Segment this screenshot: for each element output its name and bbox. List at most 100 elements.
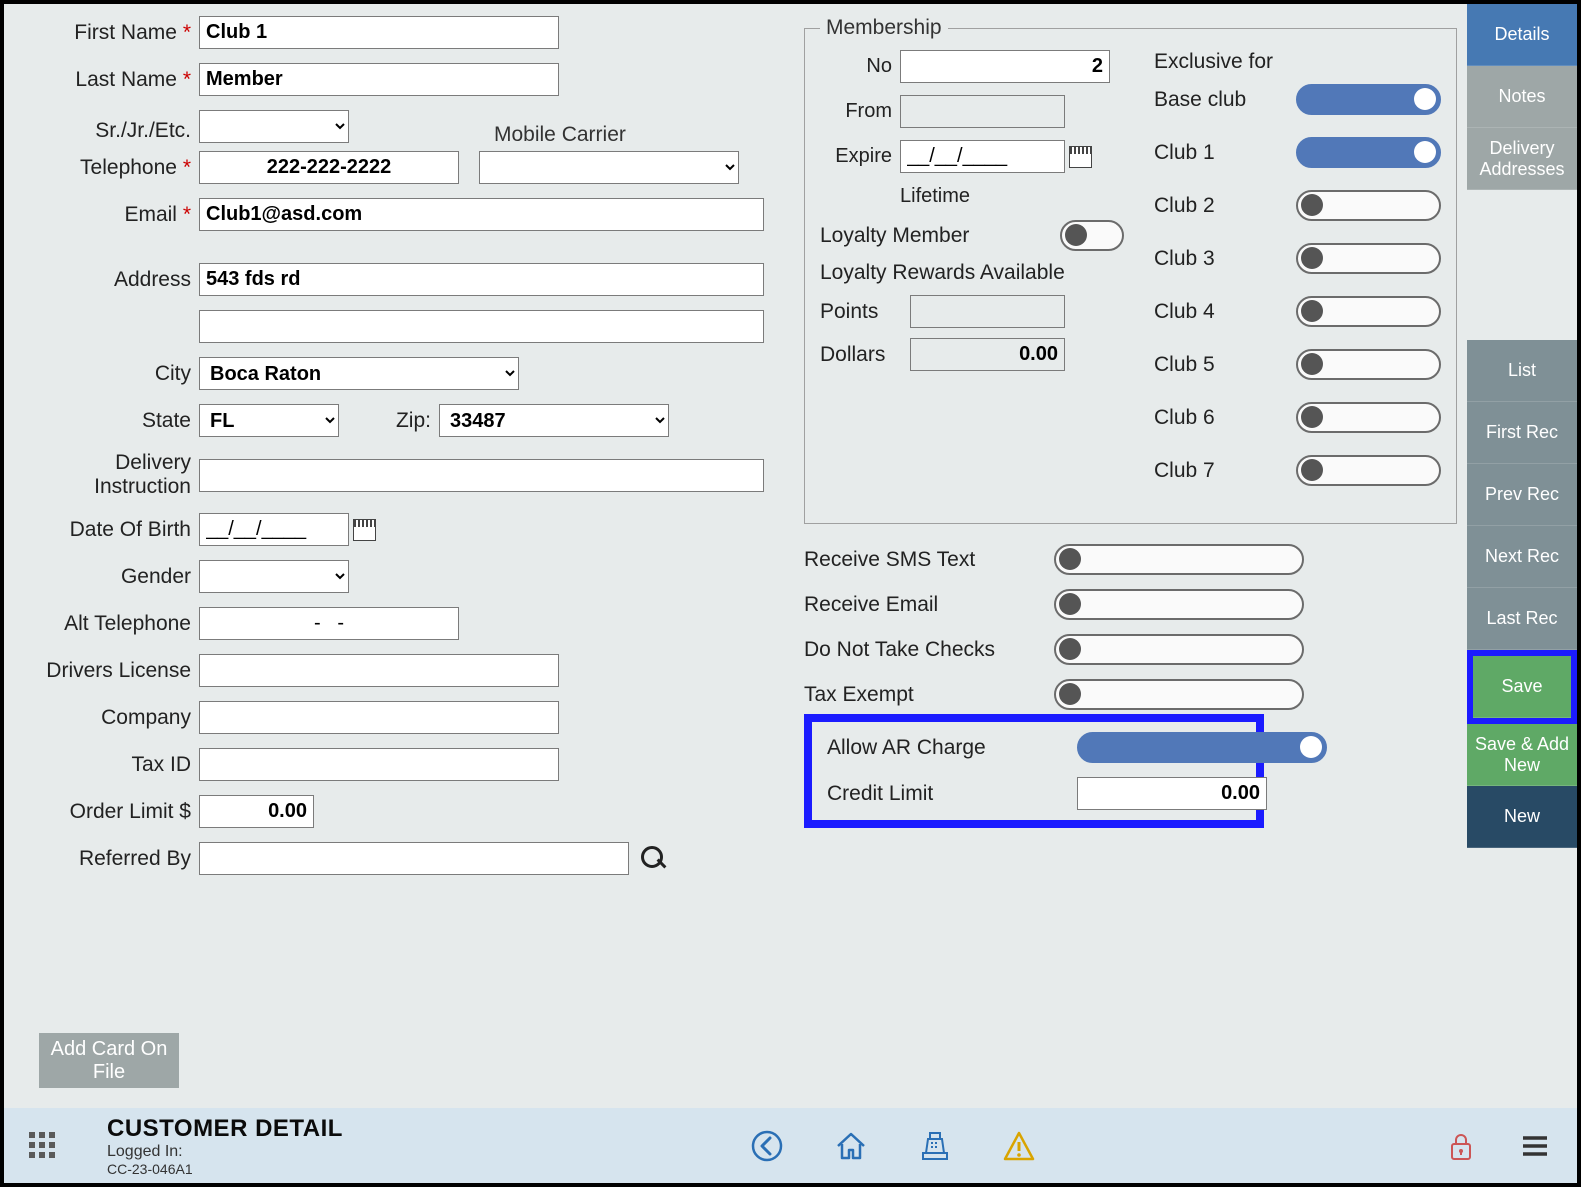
gender-label: Gender — [14, 565, 199, 589]
prev-rec-button[interactable]: Prev Rec — [1467, 464, 1577, 526]
loyalty-rewards-label: Loyalty Rewards Available — [820, 261, 1124, 285]
mobile-carrier-select[interactable] — [479, 151, 739, 184]
gender-select[interactable] — [199, 560, 349, 593]
last-name-input[interactable] — [199, 63, 559, 96]
save-button[interactable]: Save — [1473, 656, 1571, 718]
apps-grid-icon[interactable] — [29, 1132, 57, 1160]
allow-ar-toggle[interactable] — [1077, 732, 1327, 763]
tax-exempt-toggle[interactable] — [1054, 679, 1304, 710]
list-button[interactable]: List — [1467, 340, 1577, 402]
ar-highlight-box: Allow AR Charge Credit Limit — [804, 714, 1264, 828]
club-label-1: Club 1 — [1154, 141, 1296, 165]
club-label-5: Club 5 — [1154, 353, 1296, 377]
address-label: Address — [14, 268, 199, 292]
email-input[interactable] — [199, 198, 764, 231]
back-icon[interactable] — [750, 1129, 784, 1163]
state-select[interactable]: FL — [199, 404, 339, 437]
tab-details[interactable]: Details — [1467, 4, 1577, 66]
city-label: City — [14, 362, 199, 386]
club-toggle-4[interactable] — [1296, 296, 1442, 327]
delivery-instruction-input[interactable] — [199, 459, 764, 492]
club-label-7: Club 7 — [1154, 459, 1296, 483]
mobile-carrier-label: Mobile Carrier — [494, 123, 774, 147]
alt-tel-label: Alt Telephone — [14, 612, 199, 636]
credit-limit-label: Credit Limit — [827, 782, 1077, 806]
membership-no-label: No — [820, 55, 900, 78]
home-icon[interactable] — [834, 1129, 868, 1163]
club-toggle-3[interactable] — [1296, 243, 1442, 274]
loyalty-member-label: Loyalty Member — [820, 224, 1050, 248]
station-id: CC-23-046A1 — [107, 1161, 343, 1177]
search-icon[interactable] — [641, 846, 667, 872]
allow-ar-label: Allow AR Charge — [827, 736, 1077, 760]
receive-email-label: Receive Email — [804, 593, 1054, 617]
club-label-6: Club 6 — [1154, 406, 1296, 430]
address1-input[interactable] — [199, 263, 764, 296]
zip-label: Zip: — [339, 409, 439, 433]
club-toggle-1[interactable] — [1296, 137, 1442, 168]
membership-group: Membership No From Expire — [804, 16, 1457, 524]
club-label-4: Club 4 — [1154, 300, 1296, 324]
save-add-new-button[interactable]: Save & Add New — [1467, 724, 1577, 786]
suffix-select[interactable] — [199, 110, 349, 143]
address2-input[interactable] — [199, 310, 764, 343]
telephone-input[interactable] — [199, 151, 459, 184]
club-toggle-0[interactable] — [1296, 84, 1442, 115]
orderlimit-label: Order Limit $ — [14, 800, 199, 824]
points-label: Points — [820, 300, 900, 324]
drivers-input[interactable] — [199, 654, 559, 687]
last-rec-button[interactable]: Last Rec — [1467, 588, 1577, 650]
calendar-icon[interactable] — [353, 519, 376, 541]
logged-in-label: Logged In: — [107, 1143, 343, 1161]
receive-email-toggle[interactable] — [1054, 589, 1304, 620]
tab-notes[interactable]: Notes — [1467, 66, 1577, 128]
dob-input[interactable] — [199, 513, 349, 546]
last-name-label: Last Name * — [14, 68, 199, 92]
zip-select[interactable]: 33487 — [439, 404, 669, 437]
credit-limit-input[interactable] — [1077, 777, 1267, 810]
first-name-input[interactable] — [199, 16, 559, 49]
club-toggle-5[interactable] — [1296, 349, 1442, 380]
page-title: CUSTOMER DETAIL — [107, 1115, 343, 1143]
club-toggle-6[interactable] — [1296, 402, 1442, 433]
exclusive-for-label: Exclusive for — [1154, 50, 1441, 74]
no-checks-toggle[interactable] — [1054, 634, 1304, 665]
add-card-on-file-button[interactable]: Add Card On File — [39, 1033, 179, 1088]
suffix-label: Sr./Jr./Etc. — [14, 119, 199, 143]
tab-delivery-addresses[interactable]: Delivery Addresses — [1467, 128, 1577, 190]
drivers-label: Drivers License — [14, 659, 199, 683]
state-label: State — [14, 409, 199, 433]
email-label: Email * — [14, 203, 199, 227]
membership-legend: Membership — [820, 16, 948, 40]
receive-sms-label: Receive SMS Text — [804, 548, 1054, 572]
loyalty-member-toggle[interactable] — [1060, 220, 1124, 251]
first-name-label: First Name * — [14, 21, 199, 45]
first-rec-button[interactable]: First Rec — [1467, 402, 1577, 464]
city-select[interactable]: Boca Raton — [199, 357, 519, 390]
orderlimit-input[interactable] — [199, 795, 314, 828]
alert-icon[interactable] — [1002, 1129, 1036, 1163]
menu-icon[interactable] — [1518, 1129, 1552, 1163]
new-button[interactable]: New — [1467, 786, 1577, 848]
telephone-label: Telephone * — [14, 156, 199, 180]
dollars-input[interactable] — [910, 338, 1065, 371]
club-toggle-2[interactable] — [1296, 190, 1442, 221]
referred-input[interactable] — [199, 842, 629, 875]
points-input[interactable] — [910, 295, 1065, 328]
taxid-input[interactable] — [199, 748, 559, 781]
membership-no-input[interactable] — [900, 50, 1110, 83]
membership-from-label: From — [820, 100, 900, 123]
club-toggle-7[interactable] — [1296, 455, 1442, 486]
lock-icon[interactable] — [1444, 1129, 1478, 1163]
company-input[interactable] — [199, 701, 559, 734]
alt-tel-input[interactable] — [199, 607, 459, 640]
membership-expire-label: Expire — [820, 145, 900, 168]
receive-sms-toggle[interactable] — [1054, 544, 1304, 575]
club-label-2: Club 2 — [1154, 194, 1296, 218]
membership-from-input[interactable] — [900, 95, 1065, 128]
dollars-label: Dollars — [820, 343, 900, 367]
next-rec-button[interactable]: Next Rec — [1467, 526, 1577, 588]
membership-expire-input[interactable] — [900, 140, 1065, 173]
register-icon[interactable] — [918, 1129, 952, 1163]
calendar-icon[interactable] — [1069, 146, 1092, 168]
